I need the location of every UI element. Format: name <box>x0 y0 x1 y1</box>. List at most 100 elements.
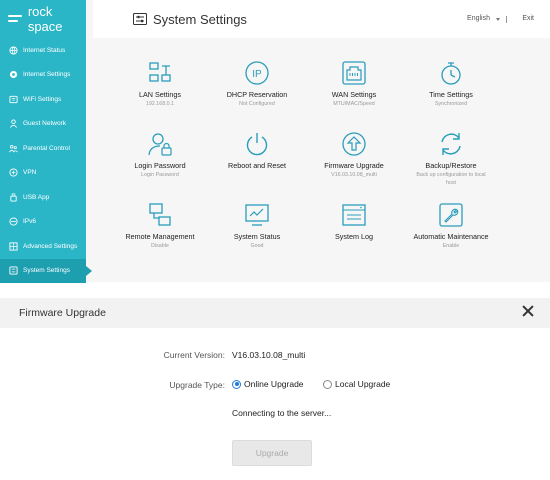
lan-icon <box>147 60 173 86</box>
header-separator <box>506 16 507 23</box>
tile-label: Firmware Upgrade <box>324 161 384 170</box>
sliders-icon <box>133 13 147 25</box>
tile-sub: V16.03.10.08_multi <box>331 172 377 178</box>
sidebar-item-label: System Settings <box>23 267 70 275</box>
vpn-icon <box>9 168 18 177</box>
dialog-header: Firmware Upgrade <box>0 298 550 328</box>
tile-sub: Login Password <box>141 172 179 178</box>
sidebar-item-usb-app[interactable]: USB App <box>0 185 86 210</box>
sidebar-item-vpn[interactable]: VPN <box>0 161 86 186</box>
tile-sub: Disable <box>151 243 169 249</box>
tile-wan-settings[interactable]: WAN Settings MTU/MAC/Speed <box>306 60 402 109</box>
family-icon <box>9 144 18 153</box>
local-upgrade-radio[interactable]: Local Upgrade <box>323 379 390 389</box>
firmware-upgrade-dialog: Firmware Upgrade Current Version: V16.03… <box>0 298 550 480</box>
status-text: Connecting to the server... <box>232 408 332 418</box>
sidebar-item-label: WiFi Settings <box>23 95 62 103</box>
sidebar-item-guest-network[interactable]: Guest Network <box>0 112 86 137</box>
sidebar-item-parental-control[interactable]: Parental Control <box>0 136 86 161</box>
sidebar-item-ipv6[interactable]: IPv6 <box>0 210 86 235</box>
stopwatch-icon <box>438 60 464 86</box>
guest-icon <box>9 119 18 129</box>
sidebar-item-system-settings[interactable]: System Settings <box>0 258 92 283</box>
network-icon <box>9 70 18 79</box>
globe-icon <box>9 46 18 55</box>
wrench-icon <box>438 202 464 228</box>
upload-shield-icon <box>341 131 367 157</box>
tile-label: System Status <box>233 232 281 241</box>
online-upgrade-label: Online Upgrade <box>244 379 304 389</box>
tile-label: Login Password <box>134 161 186 170</box>
tile-automatic-maintenance[interactable]: Automatic Maintenance Enable <box>403 202 499 251</box>
language-select[interactable]: English <box>467 15 490 22</box>
tile-label: System Log <box>335 232 373 241</box>
log-window-icon <box>341 202 367 228</box>
tile-dhcp-reservation[interactable]: IP DHCP Reservation Not Configured <box>209 60 305 109</box>
sidebar-item-internet-status[interactable]: Internet Status <box>0 38 86 63</box>
dialog-title: Firmware Upgrade <box>19 307 106 319</box>
tile-sub: Enable <box>442 243 460 249</box>
tile-time-settings[interactable]: Time Settings Synchronized <box>403 60 499 109</box>
sidebar-item-advanced-settings[interactable]: Advanced Settings <box>0 234 86 259</box>
tile-sub: Back up configuration to local host <box>416 172 486 186</box>
radio-unselected-indicator[interactable] <box>323 379 332 389</box>
user-lock-icon <box>147 131 173 157</box>
main-content: System Settings English Exit LAN Setting… <box>93 0 550 282</box>
wifi-icon <box>9 95 18 104</box>
online-upgrade-radio[interactable]: Online Upgrade <box>232 379 304 389</box>
grid-icon <box>9 242 18 251</box>
sidebar-item-label: Internet Settings <box>23 71 71 79</box>
close-icon[interactable] <box>521 304 535 318</box>
sidebar-item-label: VPN <box>23 169 37 177</box>
sidebar-item-label: Parental Control <box>23 144 70 152</box>
ip-icon: IP <box>244 60 270 86</box>
upgrade-button[interactable]: Upgrade <box>232 440 312 466</box>
logo-text: rock space <box>27 4 63 34</box>
tile-lan-settings[interactable]: LAN Settings 192.168.0.1 <box>112 60 208 109</box>
logo: rock space <box>0 0 86 38</box>
monitor-chart-icon <box>244 202 270 228</box>
tile-reboot-and-reset[interactable]: Reboot and Reset <box>209 131 305 172</box>
upgrade-type-label: Upgrade Type: <box>169 380 225 390</box>
radio-selected-indicator[interactable] <box>232 379 241 389</box>
sidebar-item-label: Internet Status <box>23 46 66 54</box>
tile-label: WAN Settings <box>331 90 377 99</box>
tile-sub: Good <box>250 243 264 249</box>
tile-label: Remote Management <box>125 232 195 241</box>
tile-label: LAN Settings <box>139 90 181 99</box>
tile-sub: Not Configured <box>239 101 275 107</box>
sidebar-item-label: USB App <box>23 193 50 201</box>
ethernet-port-icon <box>341 60 367 86</box>
current-version-label: Current Version: <box>163 350 225 360</box>
tile-backup-restore[interactable]: Backup/Restore Back up configuration to … <box>403 131 499 188</box>
refresh-icon <box>438 131 464 157</box>
chevron-down-icon[interactable] <box>496 18 500 21</box>
header: System Settings English Exit <box>93 0 550 38</box>
tile-label: Reboot and Reset <box>228 161 286 170</box>
local-upgrade-label: Local Upgrade <box>335 379 391 389</box>
logo-icon <box>8 14 23 24</box>
current-version-value: V16.03.10.08_multi <box>232 350 306 360</box>
usb-icon <box>9 193 18 202</box>
svg-text:IP: IP <box>252 69 262 80</box>
remote-icon <box>147 202 173 228</box>
sidebar: rock space Internet Status Internet Sett… <box>0 0 92 283</box>
tile-firmware-upgrade[interactable]: Firmware Upgrade V16.03.10.08_multi <box>306 131 402 180</box>
page-title: System Settings <box>153 11 247 27</box>
sidebar-item-wifi-settings[interactable]: WiFi Settings <box>0 87 86 112</box>
tile-sub: MTU/MAC/Speed <box>333 101 375 107</box>
tile-label: DHCP Reservation <box>226 90 288 99</box>
sidebar-item-label: IPv6 <box>23 218 37 226</box>
tile-sub: 192.168.0.1 <box>146 101 174 107</box>
tile-system-log[interactable]: System Log <box>306 202 402 243</box>
sidebar-item-internet-settings[interactable]: Internet Settings <box>0 63 86 88</box>
tile-sub: Synchronized <box>434 101 468 107</box>
tile-label: Time Settings <box>429 90 473 99</box>
tile-label: Automatic Maintenance <box>413 232 489 241</box>
tile-login-password[interactable]: Login Password Login Password <box>112 131 208 180</box>
sidebar-item-label: Guest Network <box>23 120 66 128</box>
power-icon <box>244 131 270 157</box>
tile-remote-management[interactable]: Remote Management Disable <box>112 202 208 251</box>
tile-system-status[interactable]: System Status Good <box>209 202 305 251</box>
exit-link[interactable]: Exit <box>522 15 534 22</box>
